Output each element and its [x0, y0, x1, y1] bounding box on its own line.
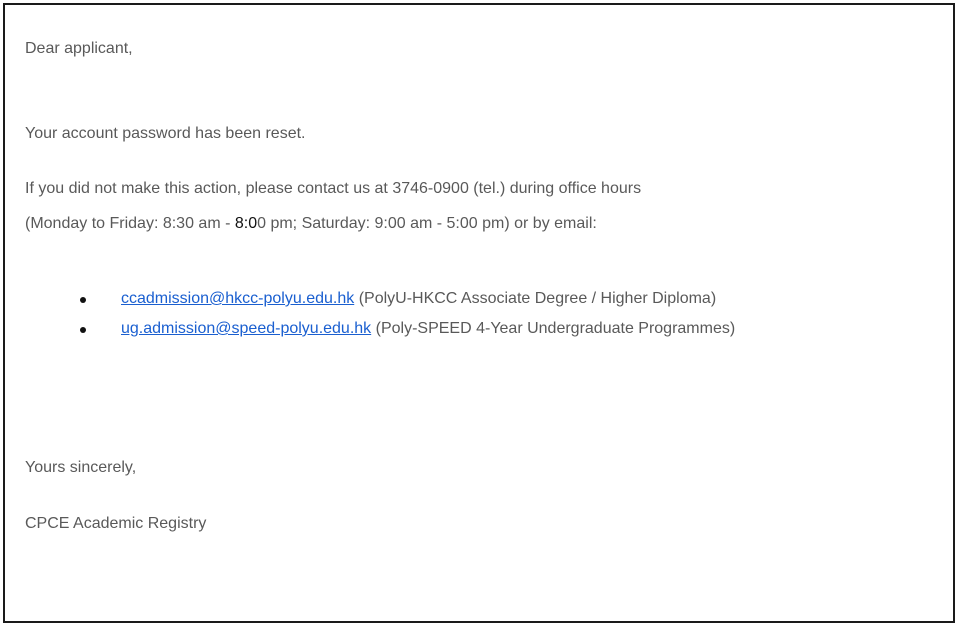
- contact-text-line-2: (Monday to Friday: 8:30 am - 8:00 pm; Sa…: [25, 214, 597, 234]
- signature: CPCE Academic Registry: [25, 515, 207, 532]
- speed-email-description: (Poly-SPEED 4-Year Undergraduate Program…: [375, 320, 736, 337]
- greeting: Dear applicant,: [25, 40, 133, 57]
- office-hours-part-3: 0 pm; Saturday: 9:00 am - 5:00 pm) or by…: [257, 215, 597, 232]
- contact-email-list: ccadmission@hkcc-polyu.edu.hk (PolyU-HKC…: [25, 288, 921, 348]
- contact-text-line-1: If you did not make this action, please …: [25, 180, 642, 197]
- email-frame: Dear applicant, Your account password ha…: [3, 3, 955, 623]
- list-item: ccadmission@hkcc-polyu.edu.hk (PolyU-HKC…: [25, 288, 921, 310]
- speed-email-link[interactable]: ug.admission@speed-polyu.edu.hk: [121, 320, 371, 337]
- hkcc-email-description: (PolyU-HKCC Associate Degree / Higher Di…: [358, 290, 717, 307]
- closing: Yours sincerely,: [25, 459, 137, 476]
- hkcc-email-link[interactable]: ccadmission@hkcc-polyu.edu.hk: [121, 290, 354, 307]
- office-hours-part-2: 8:0: [234, 215, 258, 232]
- bullet-icon: [80, 327, 86, 333]
- list-item: ug.admission@speed-polyu.edu.hk (Poly-SP…: [25, 318, 921, 340]
- reset-notice: Your account password has been reset.: [25, 125, 306, 142]
- bullet-icon: [80, 297, 86, 303]
- office-hours-part-1: (Monday to Friday: 8:30 am -: [25, 215, 235, 232]
